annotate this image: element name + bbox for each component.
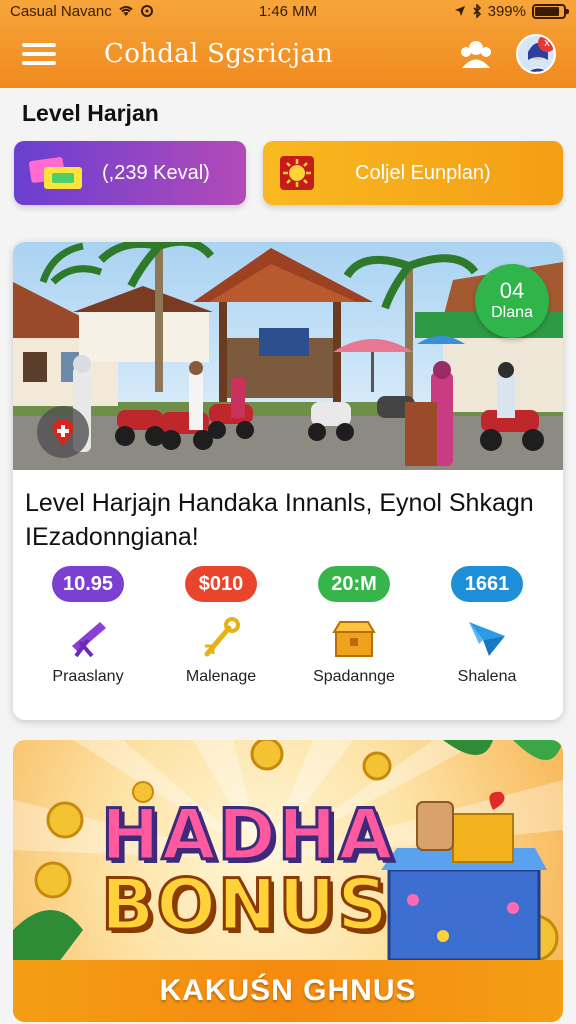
bonus-banner[interactable]: HADHA BONUS KAKUŚN GHNUS xyxy=(13,740,563,1022)
telescope-icon xyxy=(72,622,106,658)
nav-row: Cohdal Sgsricjan x xyxy=(0,24,576,84)
carrier-group: Casual Navanc xyxy=(10,3,154,20)
eunplan-button-label: Coljel Eunplan) xyxy=(355,161,491,184)
app-header: Casual Navanc 1:46 MM 399% Cohdal Sgsric… xyxy=(0,0,576,88)
eunplan-button[interactable]: Coljel Eunplan) xyxy=(263,141,563,205)
location-pin-button[interactable] xyxy=(37,406,89,458)
stat-label: Spadannge xyxy=(313,668,395,685)
bluetooth-icon xyxy=(473,4,481,18)
days-badge: 04 Dlana xyxy=(475,264,549,338)
notification-badge: x xyxy=(538,36,554,52)
wrench-icon xyxy=(204,617,240,657)
sun-badge-icon xyxy=(280,156,314,190)
avatar[interactable]: x xyxy=(516,34,556,74)
status-right: 399% xyxy=(454,2,569,20)
keval-button-label: (,239 Keval) xyxy=(102,161,210,184)
carrier-name: Casual Navanc xyxy=(10,2,112,20)
market-photo xyxy=(13,242,563,470)
location-arrow-icon xyxy=(454,6,465,16)
card-headline: Level Harjajn Handaka Innanls, Eynol Shk… xyxy=(25,489,534,551)
stat-shalena[interactable]: 1661 Shalena xyxy=(427,566,547,686)
status-bar: Casual Navanc 1:46 MM 399% xyxy=(0,0,576,22)
sync-icon xyxy=(140,5,153,17)
stat-praaslany[interactable]: 10.95 Praaslany xyxy=(28,566,148,686)
feature-card[interactable]: 04 Dlana Level Harjajn Handaka Innanls, … xyxy=(13,242,563,720)
tickets-icon xyxy=(29,157,82,189)
users-icon[interactable] xyxy=(458,37,494,71)
stat-spadannge[interactable]: 20:M Spadannge xyxy=(294,566,414,686)
battery-percent: 399% xyxy=(487,2,526,20)
stat-label: Shalena xyxy=(457,668,517,685)
days-badge-number: 04 xyxy=(499,278,525,303)
section-title: Level Harjan xyxy=(22,100,159,126)
battery-icon xyxy=(532,3,569,19)
bonus-title-line2: BONUS xyxy=(100,863,390,948)
days-badge-text: Dlana xyxy=(491,304,533,321)
stat-value: 20:M xyxy=(318,566,390,602)
location-pin-icon xyxy=(52,419,74,446)
app-title: Cohdal Sgsricjan xyxy=(104,39,334,69)
nav-actions: x xyxy=(458,34,556,74)
stat-value: 10.95 xyxy=(52,566,124,602)
banner-caption: KAKUŚN GHNUS xyxy=(159,974,417,1007)
stats-row: 10.95 Praaslany $010 Malenage 20:M Spada… xyxy=(13,566,563,696)
stat-malenage[interactable]: $010 Malenage xyxy=(161,566,281,686)
stat-value: 1661 xyxy=(451,566,523,602)
stat-label: Malenage xyxy=(185,668,257,685)
box-icon xyxy=(332,621,376,657)
keval-button[interactable]: (,239 Keval) xyxy=(14,141,246,205)
paper-plane-icon xyxy=(469,622,505,656)
stat-label: Praaslany xyxy=(52,668,124,685)
hamburger-menu-icon[interactable] xyxy=(20,39,58,69)
wifi-icon xyxy=(119,6,133,16)
stat-value: $010 xyxy=(185,566,257,602)
